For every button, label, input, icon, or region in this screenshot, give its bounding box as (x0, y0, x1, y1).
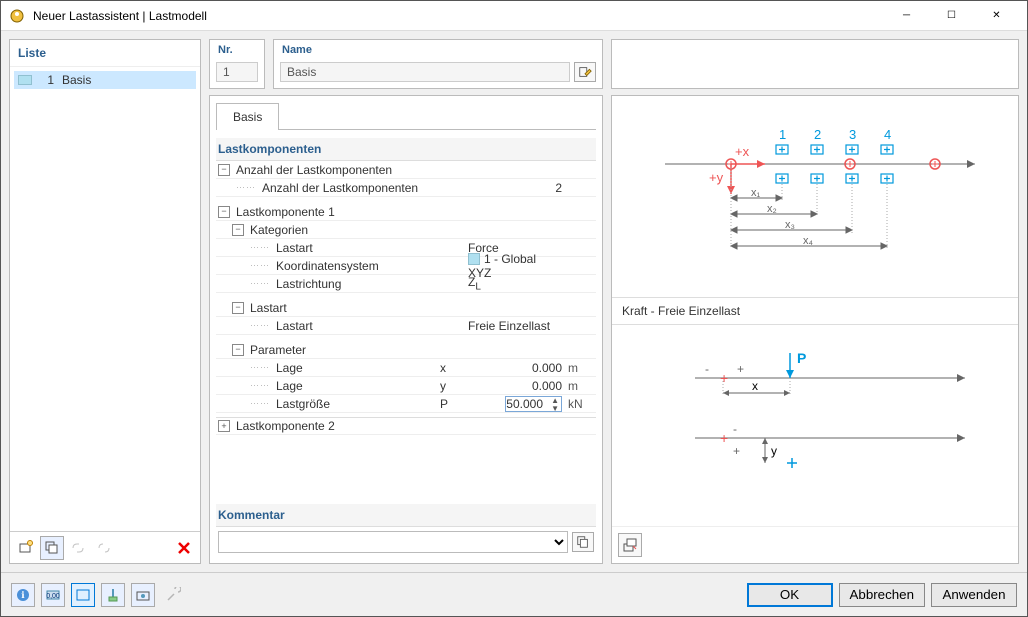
app-icon (9, 8, 25, 24)
nr-value[interactable]: 1 (216, 62, 258, 82)
row-lage-x[interactable]: ⋯⋯Lage x0.000m (216, 359, 596, 377)
collapse-icon[interactable]: − (232, 302, 244, 314)
rename-button[interactable] (574, 62, 596, 82)
apply-button[interactable]: Anwenden (931, 583, 1017, 607)
group-parameter[interactable]: −Parameter (216, 341, 596, 359)
svg-text:x₂: x₂ (767, 203, 777, 215)
show-button[interactable] (131, 583, 155, 607)
nr-label: Nr. (218, 44, 233, 56)
svg-text:+: + (720, 430, 728, 446)
model-button[interactable] (101, 583, 125, 607)
tab-basis[interactable]: Basis (216, 103, 279, 130)
close-button[interactable]: ✕ (974, 2, 1019, 30)
minimize-button[interactable]: ─ (884, 2, 929, 30)
row-anzahl[interactable]: ⋯⋯Anzahl der Lastkomponenten 2 (216, 179, 596, 197)
collapse-icon[interactable]: − (218, 206, 230, 218)
expand-icon[interactable]: + (218, 420, 230, 432)
item-color-swatch (18, 75, 32, 85)
units-button[interactable]: 0,00 (41, 583, 65, 607)
name-card: Name Basis (273, 39, 603, 89)
ok-button[interactable]: OK (747, 583, 833, 607)
item-label: Basis (62, 73, 91, 87)
diagram-settings-button[interactable] (618, 533, 642, 557)
group-anzahl[interactable]: −Anzahl der Lastkomponenten (216, 161, 596, 179)
svg-text:2: 2 (814, 127, 821, 142)
preview-top-card (611, 39, 1019, 89)
row-lastrichtung[interactable]: ⋯⋯Lastrichtung ZL (216, 275, 596, 293)
svg-text:x₁: x₁ (751, 187, 761, 199)
window-title: Neuer Lastassistent | Lastmodell (33, 9, 884, 23)
list-panel: Liste 1 Basis (9, 39, 201, 564)
bottom-toolbar: ℹ 0,00 OK Abbrechen Anwenden (1, 572, 1027, 616)
svg-text:P: P (797, 350, 806, 366)
calc-button[interactable]: ℹ (11, 583, 35, 607)
svg-text:+: + (720, 370, 728, 386)
row-lastgroesse[interactable]: ⋯⋯Lastgröße P 50.000▲▼ kN (216, 395, 596, 413)
svg-text:3: 3 (849, 127, 856, 142)
row-lage-y[interactable]: ⋯⋯Lage y0.000m (216, 377, 596, 395)
property-grid: Lastkomponenten −Anzahl der Lastkomponen… (216, 138, 596, 496)
svg-text:4: 4 (884, 127, 891, 142)
lastgroesse-input[interactable]: 50.000▲▼ (505, 396, 562, 412)
svg-text:x₃: x₃ (785, 219, 795, 231)
group-lastart[interactable]: −Lastart (216, 299, 596, 317)
title-bar: Neuer Lastassistent | Lastmodell ─ ☐ ✕ (1, 1, 1027, 31)
group-kategorien[interactable]: −Kategorien (216, 221, 596, 239)
svg-text:+: + (737, 362, 744, 376)
item-number: 1 (38, 73, 54, 87)
row-lastart2[interactable]: ⋯⋯Lastart Freie Einzellast (216, 317, 596, 335)
comment-header: Kommentar (216, 504, 596, 527)
nr-card: Nr. 1 (209, 39, 265, 89)
svg-text:-: - (733, 422, 737, 436)
svg-text:x: x (752, 379, 758, 393)
svg-text:+x: +x (735, 144, 750, 159)
svg-text:0,00: 0,00 (46, 593, 60, 600)
list-body: 1 Basis (10, 67, 200, 531)
collapse-icon[interactable]: − (218, 164, 230, 176)
name-label: Name (282, 44, 312, 56)
group-lk1[interactable]: −Lastkomponente 1 (216, 203, 596, 221)
svg-text:x₄: x₄ (803, 235, 814, 247)
diagram-bottom: - + + P x (612, 325, 1018, 526)
svg-text:-: - (705, 362, 709, 376)
properties-card: Basis Lastkomponenten −Anzahl der Lastko… (209, 95, 603, 564)
svg-text:+y: +y (709, 170, 724, 185)
svg-text:y: y (771, 444, 777, 458)
link-in-button[interactable] (66, 536, 90, 560)
section-lastkomponenten: Lastkomponenten (216, 138, 596, 161)
coordsys-color-swatch (468, 253, 480, 265)
comment-library-button[interactable] (572, 532, 594, 552)
name-input[interactable]: Basis (280, 62, 570, 82)
comment-select[interactable] (218, 531, 568, 553)
tab-strip: Basis (216, 102, 596, 130)
list-toolbar (10, 531, 200, 563)
anzahl-value[interactable]: 2 (468, 181, 568, 195)
new-button[interactable] (14, 536, 38, 560)
list-item[interactable]: 1 Basis (14, 71, 196, 89)
diagram-panel: +x +y (611, 95, 1019, 564)
row-koordsys[interactable]: ⋯⋯Koordinatensystem 1 - Global XYZ (216, 257, 596, 275)
diagram-title: Kraft - Freie Einzellast (612, 297, 1018, 325)
svg-text:+: + (733, 444, 740, 458)
list-header: Liste (10, 40, 200, 67)
diagram-top: +x +y (612, 96, 1018, 297)
svg-text:1: 1 (779, 127, 786, 142)
collapse-icon[interactable]: − (232, 224, 244, 236)
group-lk2[interactable]: +Lastkomponente 2 (216, 417, 596, 435)
link-out-button[interactable] (92, 536, 116, 560)
maximize-button[interactable]: ☐ (929, 2, 974, 30)
delete-button[interactable] (172, 536, 196, 560)
spinner-icon[interactable]: ▲▼ (551, 397, 559, 413)
svg-text:ℹ: ℹ (21, 590, 25, 600)
tool-button[interactable] (161, 583, 185, 607)
duplicate-button[interactable] (40, 536, 64, 560)
collapse-icon[interactable]: − (232, 344, 244, 356)
cancel-button[interactable]: Abbrechen (839, 583, 925, 607)
view-button[interactable] (71, 583, 95, 607)
